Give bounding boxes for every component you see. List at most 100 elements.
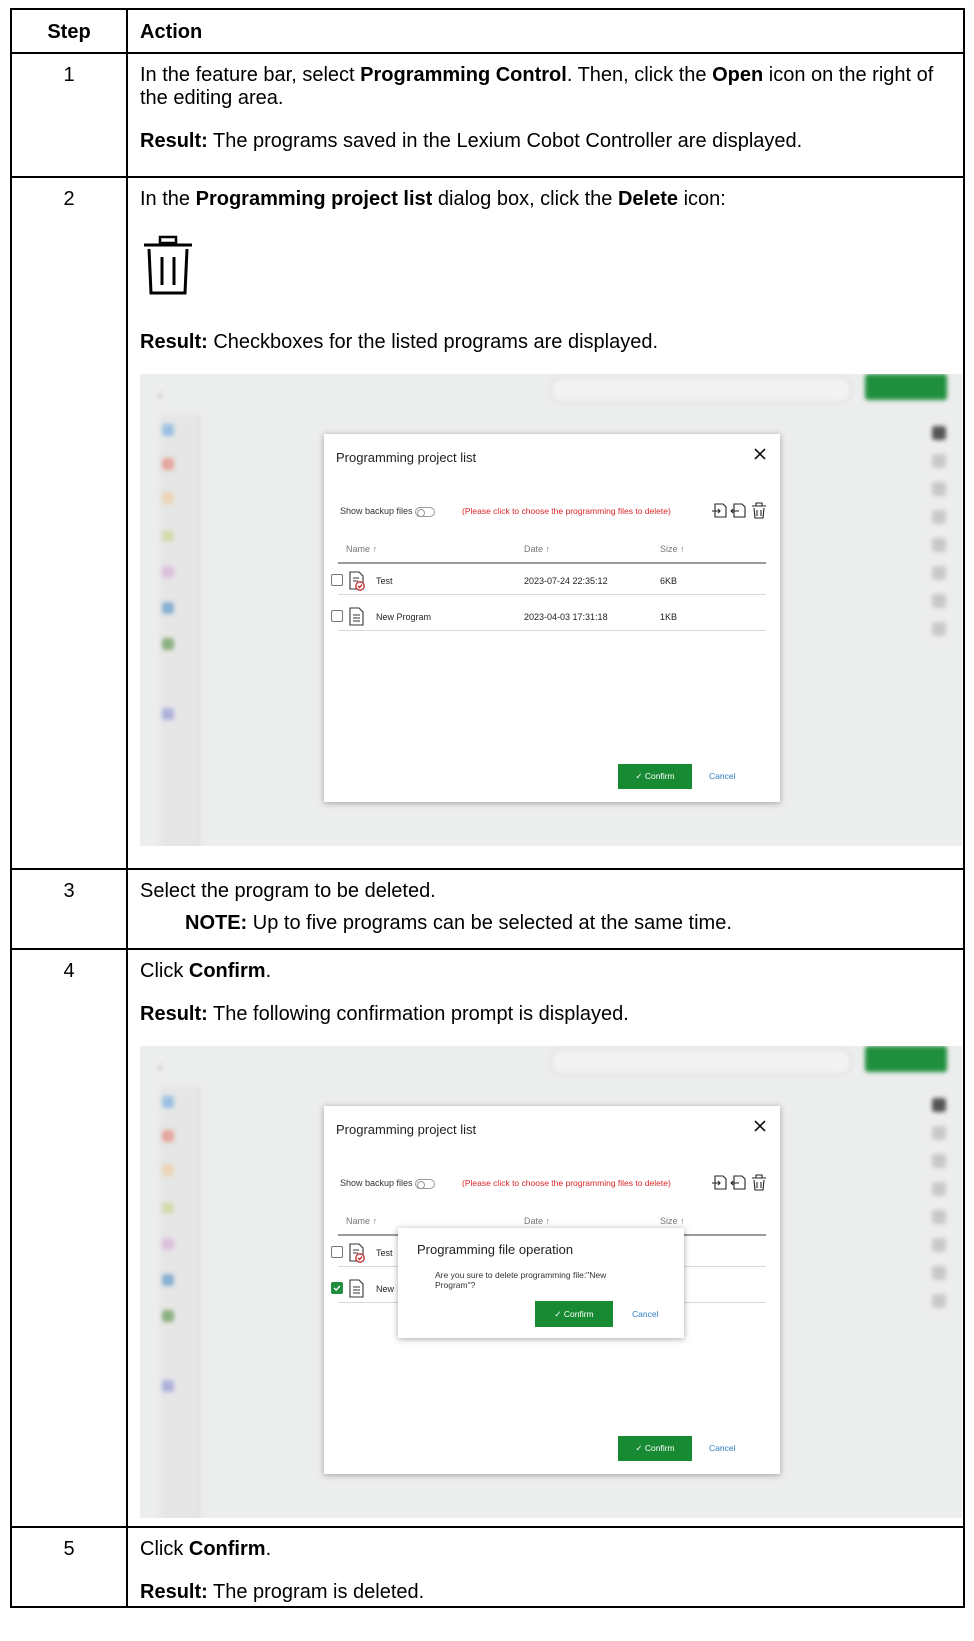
action-column-header: Action	[126, 8, 965, 54]
result-text: Result: The programs saved in the Lexium…	[140, 130, 803, 152]
blurred-icon	[162, 458, 174, 470]
cancel-button[interactable]: Cancel	[709, 764, 735, 789]
instruction-text: In the Programming project list dialog b…	[140, 188, 726, 210]
blurred-icon	[932, 1238, 946, 1252]
header-divider	[338, 562, 766, 564]
step-number: 1	[10, 52, 128, 178]
table-row: 3 Select the program to be deleted. NOTE…	[10, 868, 965, 950]
step-column-header: Step	[10, 8, 128, 54]
file-name[interactable]: New	[376, 1284, 394, 1294]
popup-title: Programming file operation	[417, 1242, 574, 1257]
cancel-button[interactable]: Cancel	[709, 1436, 735, 1461]
blurred-icon	[932, 510, 946, 524]
project-list-dialog: Programming project list Show backup fil…	[324, 1106, 780, 1474]
file-size: 6KB	[660, 576, 678, 586]
back-arrow-icon: ‹	[158, 386, 163, 402]
blurred-icon	[932, 622, 946, 636]
left-toolbar-blurred	[160, 414, 200, 846]
blurred-icon	[162, 424, 174, 436]
action-cell: In the feature bar, select Programming C…	[126, 52, 965, 178]
step-number: 4	[10, 948, 128, 1528]
blurred-icon	[162, 1380, 174, 1392]
green-button-blurred	[865, 1046, 947, 1072]
action-cell: Click Confirm. Result: The program is de…	[126, 1526, 965, 1608]
delete-hint: (Please click to choose the programming …	[462, 1178, 671, 1188]
blurred-icon	[162, 492, 174, 504]
name-column-header[interactable]: Name ↑	[346, 1216, 377, 1226]
blurred-icon	[162, 1096, 174, 1108]
blurred-icon	[162, 1164, 174, 1176]
left-toolbar-blurred	[160, 1086, 200, 1518]
blurred-icon	[162, 1202, 174, 1214]
popup-cancel-button[interactable]: Cancel	[632, 1301, 658, 1327]
row-checkbox[interactable]	[331, 610, 343, 622]
row-divider	[338, 594, 766, 595]
header-row: Step Action	[10, 8, 965, 54]
blurred-icon	[162, 1310, 174, 1322]
steps-table: Step Action 1 In the feature bar, select…	[10, 8, 965, 1608]
close-icon[interactable]	[752, 1118, 768, 1134]
blurred-icon	[162, 602, 174, 614]
blurred-icon	[932, 1266, 946, 1280]
action-cell: Click Confirm. Result: The following con…	[126, 948, 965, 1528]
blurred-icon	[932, 1154, 946, 1168]
result-text: Result: The program is deleted.	[140, 1581, 425, 1603]
table-row: 4 Click Confirm. Result: The following c…	[10, 948, 965, 1528]
screenshot-confirm-prompt: ‹ Programming project list Show backup f…	[140, 1046, 962, 1518]
blurred-icon	[932, 594, 946, 608]
size-column-header[interactable]: Size ↑	[660, 1216, 685, 1226]
close-icon[interactable]	[752, 446, 768, 462]
blurred-icon	[162, 530, 174, 542]
step-number: 2	[10, 176, 128, 870]
date-column-header[interactable]: Date ↑	[524, 544, 550, 554]
blurred-icon	[162, 1130, 174, 1142]
file-modified-icon	[349, 1243, 365, 1263]
delete-hint: (Please click to choose the programming …	[462, 506, 671, 516]
instruction-text: In the feature bar, select Programming C…	[140, 64, 934, 109]
confirm-button[interactable]: ✓ Confirm	[618, 1436, 692, 1461]
screenshot-project-list: ‹ Programming project list Show backup f…	[140, 374, 962, 846]
file-name[interactable]: Test	[376, 1248, 393, 1258]
date-column-header[interactable]: Date ↑	[524, 1216, 550, 1226]
row-checkbox[interactable]	[331, 574, 343, 586]
file-name[interactable]: Test	[376, 576, 393, 586]
step-number: 3	[10, 868, 128, 950]
table-row: 2 In the Programming project list dialog…	[10, 176, 965, 870]
file-date: 2023-07-24 22:35:12	[524, 576, 608, 586]
import-export-delete-icons[interactable]	[712, 500, 768, 520]
confirmation-popup: Programming file operation Are you sure …	[398, 1228, 684, 1338]
blurred-icon	[932, 1126, 946, 1140]
delete-trash-icon	[144, 235, 192, 295]
blurred-icon	[932, 426, 946, 440]
file-name[interactable]: New Program	[376, 612, 431, 622]
blurred-icon	[162, 1274, 174, 1286]
project-list-dialog: Programming project list Show backup fil…	[324, 434, 780, 802]
size-column-header[interactable]: Size ↑	[660, 544, 685, 554]
instruction-text: Click Confirm.	[140, 960, 272, 982]
action-cell: In the Programming project list dialog b…	[126, 176, 965, 870]
instruction-text: Select the program to be deleted.	[140, 880, 436, 902]
popup-confirm-button[interactable]: ✓ Confirm	[535, 1301, 613, 1327]
import-export-delete-icons[interactable]	[712, 1172, 768, 1192]
file-modified-icon	[349, 571, 365, 591]
result-text: Result: The following confirmation promp…	[140, 1003, 629, 1025]
note-text: NOTE: Up to five programs can be selecte…	[185, 912, 732, 934]
table-row: 1 In the feature bar, select Programming…	[10, 52, 965, 178]
blurred-icon	[932, 1210, 946, 1224]
action-cell: Select the program to be deleted. NOTE: …	[126, 868, 965, 950]
name-column-header[interactable]: Name ↑	[346, 544, 377, 554]
dialog-title: Programming project list	[336, 1122, 477, 1137]
blurred-icon	[932, 1294, 946, 1308]
show-backup-toggle[interactable]: Show backup files	[340, 1178, 435, 1189]
instruction-text: Click Confirm.	[140, 1538, 272, 1560]
row-checkbox-checked[interactable]	[331, 1282, 343, 1294]
show-backup-toggle[interactable]: Show backup files	[340, 506, 435, 517]
table-row: 5 Click Confirm. Result: The program is …	[10, 1526, 965, 1608]
dialog-title: Programming project list	[336, 450, 477, 465]
confirm-button[interactable]: ✓ Confirm	[618, 764, 692, 789]
row-checkbox[interactable]	[331, 1246, 343, 1258]
green-button-blurred	[865, 374, 947, 400]
row-divider	[338, 630, 766, 631]
blurred-icon	[162, 638, 174, 650]
step-number: 5	[10, 1526, 128, 1608]
